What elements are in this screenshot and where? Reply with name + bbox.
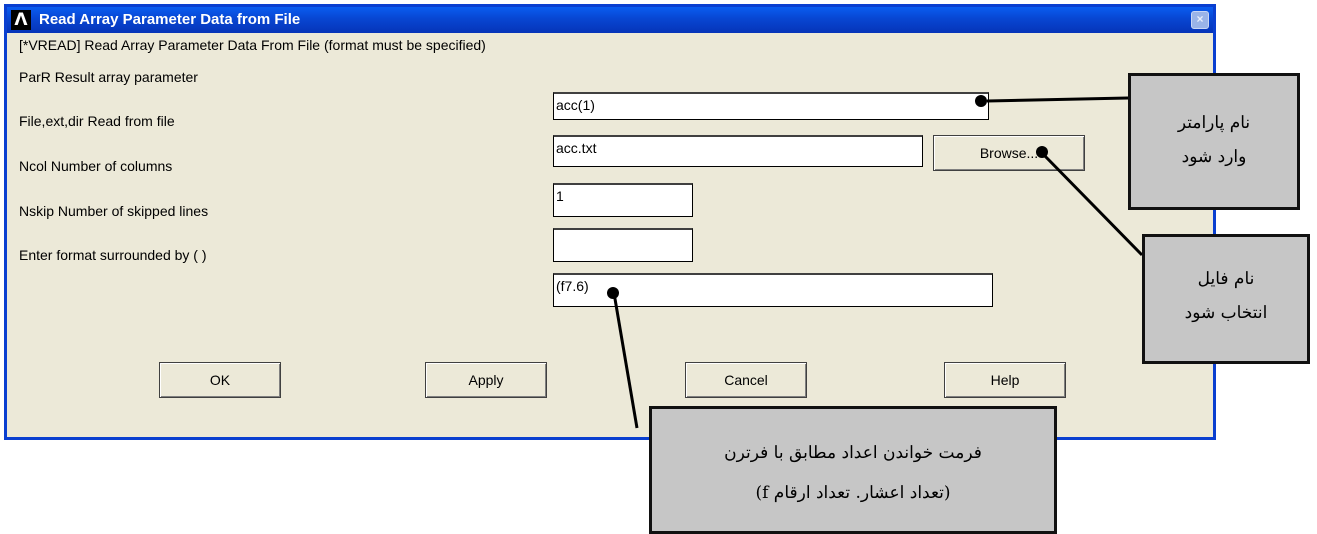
annotation-file-line1: نام فایل [1197,269,1255,289]
annotation-param-line1: نام پارامتر [1177,113,1251,133]
annotation-param-line2: وارد شود [1181,147,1247,167]
annotation-file-name: نام فایل انتخاب شود [1142,234,1310,364]
callout-dot-param [975,95,987,107]
annotation-format-line1: فرمت خواندن اعداد مطابق با فرترن [724,443,982,463]
annotation-param-name: نام پارامتر وارد شود [1128,73,1300,210]
callout-dot-format [607,287,619,299]
callout-dot-browse [1036,146,1048,158]
annotation-format-line2: (تعداد اعشار. تعداد ارقام f) [755,483,951,503]
annotation-format: فرمت خواندن اعداد مطابق با فرترن (تعداد … [649,406,1057,534]
annotation-file-line2: انتخاب شود [1184,303,1268,323]
